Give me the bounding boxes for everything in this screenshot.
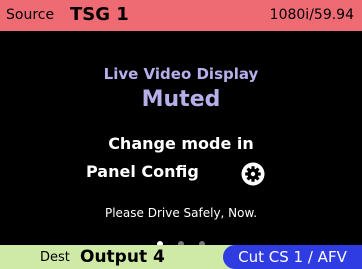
- cut-action-button[interactable]: Cut CS 1 / AFV: [223, 245, 362, 269]
- source-value: TSG 1: [70, 4, 129, 25]
- gear-icon[interactable]: [241, 162, 265, 186]
- destination-bar[interactable]: Dest Output 4 Cut CS 1 / AFV: [0, 245, 362, 269]
- hint-line-2: Panel Config: [86, 162, 199, 181]
- hint-line-1: Change mode in: [108, 134, 254, 153]
- tagline: Please Drive Safely, Now.: [104, 206, 258, 220]
- display-panel: Live Video Display Muted Change mode in …: [0, 31, 362, 247]
- dest-value: Output 4: [80, 247, 165, 267]
- page-indicator[interactable]: [0, 232, 362, 247]
- display-mode-title: Live Video Display: [103, 65, 259, 83]
- source-label: Source: [6, 7, 55, 23]
- source-bar[interactable]: Source TSG 1 1080i/59.94: [0, 0, 362, 31]
- dest-label: Dest: [40, 250, 70, 265]
- screen: Source TSG 1 1080i/59.94 Live Video Disp…: [0, 0, 362, 269]
- video-format: 1080i/59.94: [269, 7, 354, 23]
- display-mode-state: Muted: [141, 87, 221, 112]
